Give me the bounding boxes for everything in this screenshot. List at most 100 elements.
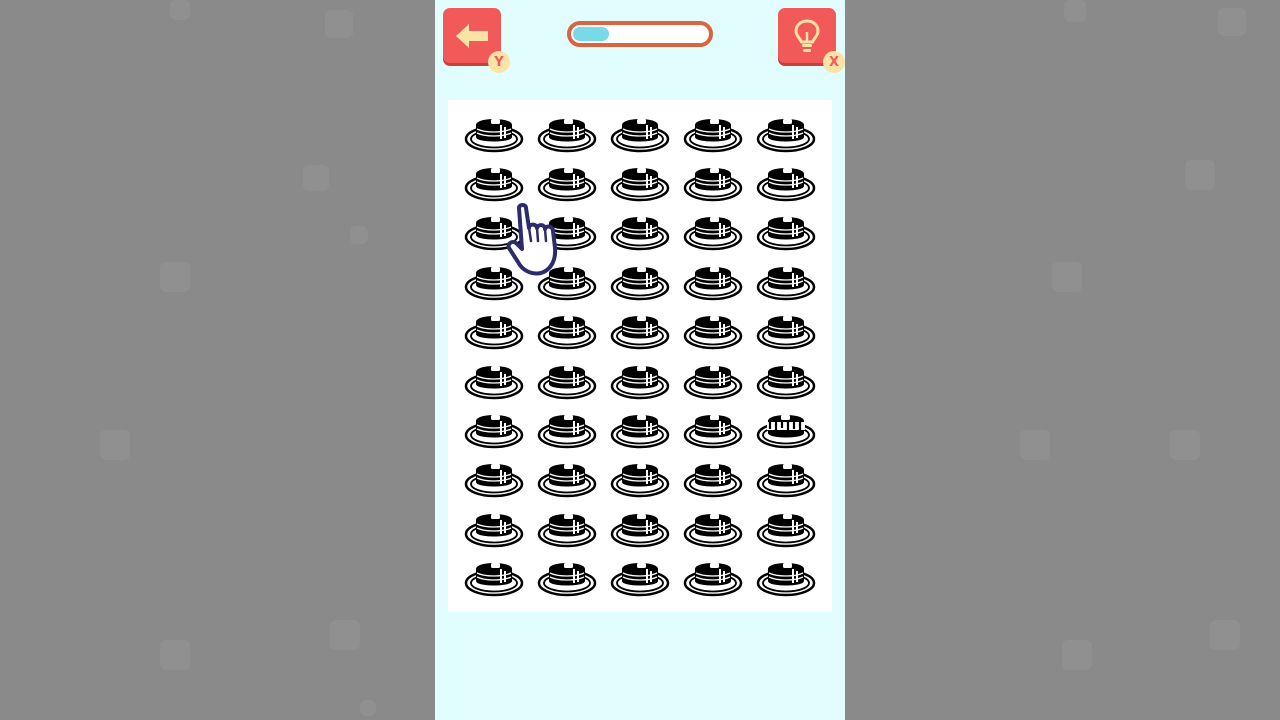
pancake-stack-on-plate-icon [537, 513, 596, 547]
pancake-cell[interactable] [457, 306, 530, 355]
background-square [360, 700, 376, 716]
pancake-cell[interactable] [603, 256, 676, 305]
pancake-cell[interactable] [530, 157, 603, 206]
background-square [1185, 160, 1215, 190]
background-square [1052, 262, 1082, 292]
pancake-stack-on-plate-icon [537, 167, 596, 202]
background-square [1020, 430, 1050, 460]
pancake-cell[interactable] [749, 108, 822, 157]
pancake-cell[interactable] [676, 108, 749, 157]
hint-button[interactable]: X [778, 8, 845, 73]
background-square [160, 262, 190, 292]
pancake-stack-on-plate-icon [464, 217, 523, 251]
pancake-cell[interactable] [530, 207, 603, 256]
pancake-cell[interactable] [749, 207, 822, 256]
pancake-stack-on-plate-icon [464, 118, 523, 152]
background-square [325, 10, 353, 38]
background-square [160, 640, 190, 670]
pancake-cell[interactable] [603, 404, 676, 453]
pancake-cell[interactable] [530, 553, 603, 602]
pancake-stack-on-plate-icon [610, 266, 669, 300]
pancake-cell[interactable] [530, 355, 603, 404]
pancake-cell[interactable] [530, 404, 603, 453]
background-square [1170, 430, 1200, 460]
pancake-stack-on-plate-icon [537, 414, 596, 449]
pancake-stack-on-plate-icon [537, 316, 596, 350]
pancake-cell[interactable] [603, 355, 676, 404]
pancake-cell[interactable] [676, 306, 749, 355]
pancake-cell[interactable] [603, 108, 676, 157]
pancake-cell[interactable] [603, 157, 676, 206]
pancake-stack-on-plate-icon [756, 563, 815, 597]
pancake-stack-on-plate-icon [537, 563, 596, 597]
background-square [170, 0, 190, 20]
pancake-cell[interactable] [530, 108, 603, 157]
pancake-stack-on-plate-icon [464, 563, 523, 597]
background-square [1218, 8, 1246, 36]
arrow-left-icon [456, 23, 488, 48]
pancake-cell[interactable] [530, 256, 603, 305]
lightbulb-icon [794, 19, 820, 52]
pancake-cell[interactable] [603, 553, 676, 602]
pancake-cell[interactable] [457, 256, 530, 305]
pancake-cell[interactable] [749, 256, 822, 305]
pancake-stack-on-plate-icon [464, 464, 523, 498]
pancake-cell[interactable] [676, 553, 749, 602]
pancake-cell[interactable] [603, 306, 676, 355]
pancake-cell[interactable] [530, 503, 603, 552]
pancake-cell[interactable] [676, 503, 749, 552]
pancake-stack-on-plate-icon [610, 365, 669, 399]
game-screen: Y X [435, 0, 845, 720]
pancake-stack-on-plate-icon [610, 464, 669, 498]
pancake-cell[interactable] [749, 157, 822, 206]
background-square [100, 430, 130, 460]
pancake-cell[interactable] [457, 454, 530, 503]
pancake-cell[interactable] [749, 553, 822, 602]
pancake-cell[interactable] [457, 207, 530, 256]
progress-fill [573, 27, 609, 41]
pancake-stack-on-plate-icon [537, 266, 596, 300]
pancake-cell[interactable] [676, 157, 749, 206]
background-square [303, 165, 329, 191]
pancake-cell[interactable] [603, 503, 676, 552]
pancake-cell[interactable] [530, 306, 603, 355]
pancake-stack-on-plate-icon [683, 118, 742, 152]
odd-pancake-cell[interactable] [749, 404, 822, 453]
pancake-stack-on-plate-icon [464, 414, 523, 449]
pancake-stack-on-plate-icon [683, 365, 742, 399]
pancake-cell[interactable] [603, 454, 676, 503]
pancake-cell[interactable] [749, 454, 822, 503]
pancake-stack-on-plate-icon [683, 167, 742, 202]
pancake-cell[interactable] [603, 207, 676, 256]
pancake-stack-on-plate-icon [756, 464, 815, 498]
pancake-cell[interactable] [457, 404, 530, 453]
back-key-badge: Y [488, 51, 510, 73]
pancake-stack-on-plate-icon [683, 217, 742, 251]
pancake-cell[interactable] [749, 355, 822, 404]
pancake-stack-on-plate-icon [464, 167, 523, 202]
pancake-stack-on-plate-icon [683, 513, 742, 547]
pancake-cell[interactable] [676, 355, 749, 404]
pancake-cell[interactable] [676, 404, 749, 453]
pancake-stack-with-syrup-icon [756, 414, 815, 449]
pancake-stack-on-plate-icon [756, 365, 815, 399]
pancake-cell[interactable] [676, 454, 749, 503]
pancake-stack-on-plate-icon [610, 563, 669, 597]
pancake-stack-on-plate-icon [610, 217, 669, 251]
pancake-stack-on-plate-icon [756, 266, 815, 300]
pancake-cell[interactable] [457, 157, 530, 206]
level-progress-bar [567, 21, 713, 47]
pancake-cell[interactable] [749, 306, 822, 355]
pancake-cell[interactable] [457, 553, 530, 602]
pancake-cell[interactable] [457, 503, 530, 552]
pancake-cell[interactable] [676, 256, 749, 305]
pancake-stack-on-plate-icon [537, 365, 596, 399]
pancake-cell[interactable] [457, 108, 530, 157]
pancake-cell[interactable] [676, 207, 749, 256]
pancake-cell[interactable] [749, 503, 822, 552]
pancake-stack-on-plate-icon [464, 365, 523, 399]
pancake-stack-on-plate-icon [464, 316, 523, 350]
pancake-cell[interactable] [530, 454, 603, 503]
pancake-cell[interactable] [457, 355, 530, 404]
back-button[interactable]: Y [443, 8, 510, 73]
